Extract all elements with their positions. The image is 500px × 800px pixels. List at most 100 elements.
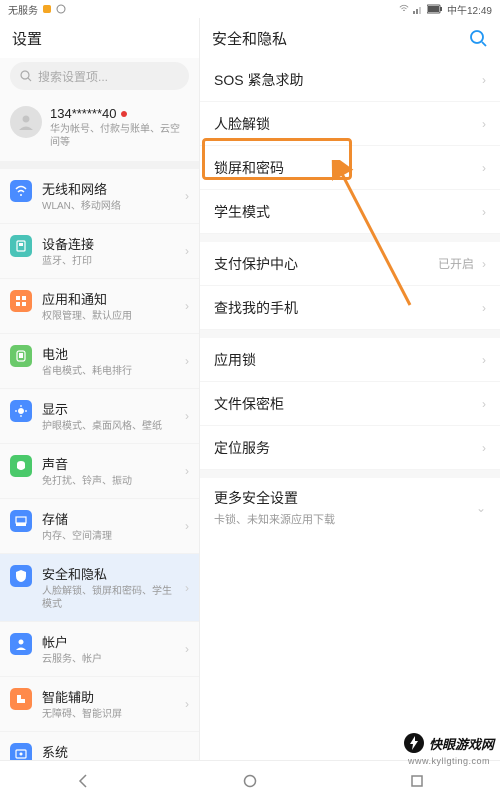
wifi-icon	[399, 4, 409, 14]
detail-row-label: 学生模式	[214, 202, 482, 222]
sidebar-item-sub: 云服务、帐户	[42, 653, 175, 666]
detail-row[interactable]: 定位服务 ›	[200, 426, 500, 470]
chevron-right-icon: ›	[482, 257, 486, 271]
sidebar-item-sub: 无障碍、智能识屏	[42, 708, 175, 721]
detail-row-label: 文件保密柜	[214, 394, 482, 414]
signal-icon	[413, 4, 423, 14]
detail-row[interactable]: 学生模式 ›	[200, 190, 500, 234]
sidebar-item[interactable]: 存储 内存、空间清理 ›	[0, 499, 199, 554]
sidebar-item-title: 智能辅助	[42, 687, 175, 706]
sidebar-item[interactable]: 显示 护眼模式、桌面风格、壁纸 ›	[0, 389, 199, 444]
sidebar-item-title: 帐户	[42, 632, 175, 651]
search-placeholder: 搜索设置项...	[38, 68, 108, 85]
detail-row[interactable]: 查找我的手机 ›	[200, 286, 500, 330]
status-service: 无服务	[8, 2, 38, 17]
nav-home[interactable]	[241, 772, 259, 790]
detail-row-label: 应用锁	[214, 350, 482, 370]
sidebar-item-title: 电池	[42, 344, 175, 363]
divider	[200, 330, 500, 338]
detail-row[interactable]: 应用锁 ›	[200, 338, 500, 382]
status-right: 中午12:49	[399, 2, 492, 17]
sidebar-item-icon	[10, 180, 32, 202]
detail-row[interactable]: 人脸解锁 ›	[200, 102, 500, 146]
sidebar-item-icon	[10, 565, 32, 587]
chevron-right-icon: ›	[185, 642, 189, 656]
sidebar-item-title: 显示	[42, 399, 175, 418]
sidebar-item[interactable]: 安全和隐私 人脸解锁、锁屏和密码、学生模式 ›	[0, 554, 199, 622]
sidebar-item-sub: WLAN、移动网络	[42, 200, 175, 213]
chevron-right-icon: ›	[185, 464, 189, 478]
account-row[interactable]: 134******40 华为帐号、付款与账单、云空间等	[0, 98, 199, 161]
status-time: 中午12:49	[447, 2, 492, 17]
chevron-right-icon: ›	[482, 205, 486, 219]
chevron-right-icon: ›	[482, 161, 486, 175]
battery-icon	[427, 4, 443, 14]
detail-row[interactable]: 锁屏和密码 ›	[200, 146, 500, 190]
nav-recent[interactable]	[408, 772, 426, 790]
sidebar-item-icon	[10, 400, 32, 422]
sidebar-header: 设置	[0, 18, 199, 58]
sidebar-item[interactable]: 设备连接 蓝牙、打印 ›	[0, 224, 199, 279]
sidebar-item-sub: 免打扰、铃声、振动	[42, 475, 175, 488]
account-phone: 134******40	[50, 106, 117, 121]
sidebar-item-title: 安全和隐私	[42, 564, 175, 583]
search-icon[interactable]	[468, 28, 488, 48]
search-input[interactable]: 搜索设置项...	[10, 62, 189, 90]
chevron-right-icon: ›	[482, 117, 486, 131]
settings-sidebar: 设置 搜索设置项... 134******40 华为帐号、付款与账单、云空间等 …	[0, 18, 200, 760]
divider	[0, 161, 199, 169]
sidebar-item-icon	[10, 345, 32, 367]
chevron-right-icon: ›	[185, 244, 189, 258]
status-left: 无服务	[8, 2, 66, 17]
sidebar-item-icon	[10, 290, 32, 312]
divider	[200, 470, 500, 478]
detail-more[interactable]: 更多安全设置 卡锁、未知来源应用下载 ⌄	[200, 478, 500, 541]
sidebar-item-icon	[10, 743, 32, 760]
chevron-right-icon: ›	[185, 354, 189, 368]
chevron-right-icon: ›	[185, 697, 189, 711]
sidebar-item[interactable]: 声音 免打扰、铃声、振动 ›	[0, 444, 199, 499]
detail-header: 安全和隐私	[200, 18, 500, 58]
sidebar-item-sub: 内存、空间清理	[42, 530, 175, 543]
detail-row-label: SOS 紧急求助	[214, 70, 482, 90]
sidebar-item[interactable]: 智能辅助 无障碍、智能识屏 ›	[0, 677, 199, 732]
detail-row-label: 支付保护中心	[214, 254, 438, 274]
status-bar: 无服务 中午12:49	[0, 0, 500, 18]
chevron-right-icon: ›	[185, 519, 189, 533]
sidebar-item-icon	[10, 633, 32, 655]
avatar	[10, 106, 42, 138]
chevron-right-icon: ›	[185, 409, 189, 423]
detail-row[interactable]: 文件保密柜 ›	[200, 382, 500, 426]
detail-row[interactable]: SOS 紧急求助 ›	[200, 58, 500, 102]
detail-row-label: 定位服务	[214, 438, 482, 458]
chevron-right-icon: ›	[482, 397, 486, 411]
sidebar-item-title: 声音	[42, 454, 175, 473]
alarm-icon	[56, 4, 66, 14]
chevron-right-icon: ›	[482, 441, 486, 455]
divider	[200, 234, 500, 242]
watermark-text: 快眼游戏网	[429, 734, 494, 753]
detail-row[interactable]: 支付保护中心 已开启 ›	[200, 242, 500, 286]
search-icon	[20, 70, 32, 82]
detail-panel: 安全和隐私 SOS 紧急求助 › 人脸解锁 › 锁屏和密码 › 学生模式 › 支…	[200, 18, 500, 760]
sidebar-item[interactable]: 无线和网络 WLAN、移动网络 ›	[0, 169, 199, 224]
chevron-right-icon: ›	[482, 73, 486, 87]
sidebar-item-title: 存储	[42, 509, 175, 528]
nfc-icon	[42, 4, 52, 14]
account-sub: 华为帐号、付款与账单、云空间等	[50, 123, 189, 149]
sidebar-item-icon	[10, 510, 32, 532]
sidebar-item-icon	[10, 235, 32, 257]
nav-back[interactable]	[74, 772, 92, 790]
detail-more-title: 更多安全设置	[214, 488, 335, 508]
sidebar-item-sub: 权限管理、默认应用	[42, 310, 175, 323]
detail-row-value: 已开启	[438, 255, 474, 272]
sidebar-item-title: 系统	[42, 742, 175, 760]
sidebar-item-title: 应用和通知	[42, 289, 175, 308]
sidebar-item-title: 设备连接	[42, 234, 175, 253]
sidebar-item[interactable]: 系统 系统导航、系统更新、关于平板、语言和输入法 ›	[0, 732, 199, 760]
chevron-right-icon: ›	[185, 189, 189, 203]
chevron-right-icon: ›	[185, 299, 189, 313]
sidebar-item[interactable]: 电池 省电模式、耗电排行 ›	[0, 334, 199, 389]
sidebar-item[interactable]: 帐户 云服务、帐户 ›	[0, 622, 199, 677]
sidebar-item[interactable]: 应用和通知 权限管理、默认应用 ›	[0, 279, 199, 334]
